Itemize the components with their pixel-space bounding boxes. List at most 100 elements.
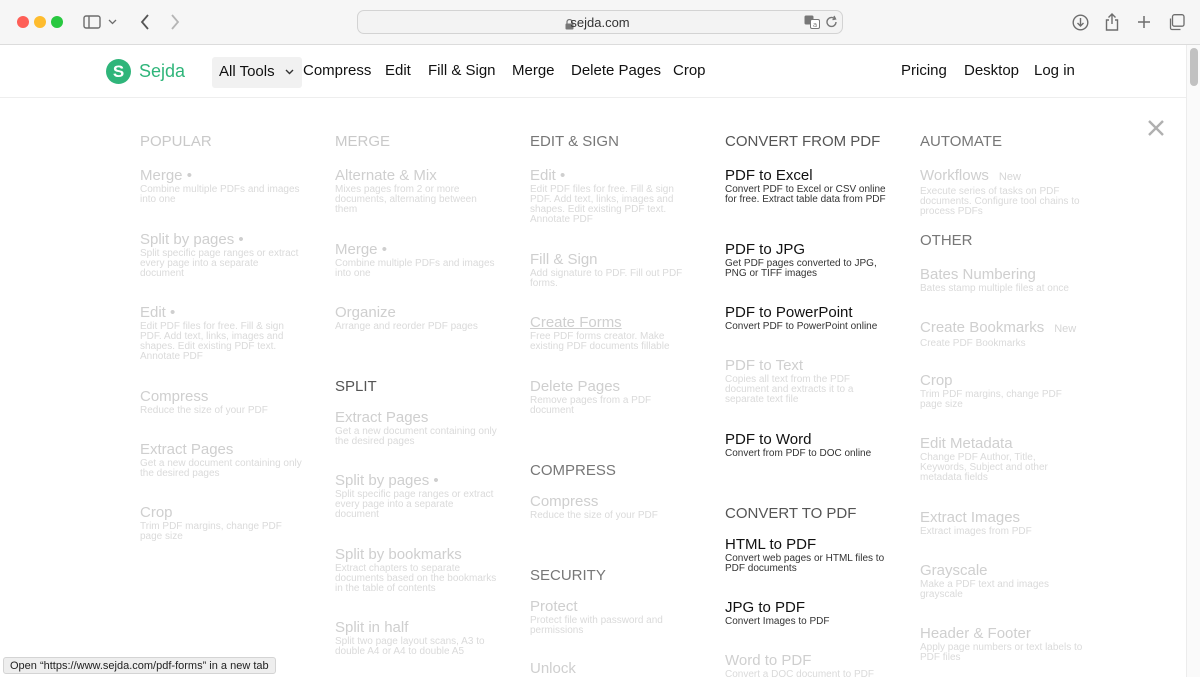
svg-text:a: a	[813, 21, 817, 29]
nav-link-compress[interactable]: Compress	[303, 62, 371, 79]
menu-item-split-by-bookmarks[interactable]: Split by bookmarks Extract chapters to s…	[335, 546, 500, 594]
forward-icon[interactable]	[164, 11, 186, 33]
menu-item-organize[interactable]: Organize Arrange and reorder PDF pages	[335, 304, 500, 332]
section-title-convert-from-pdf: CONVERT FROM PDF	[725, 133, 881, 150]
menu-item-merge[interactable]: Merge • Combine multiple PDFs and images…	[335, 241, 500, 279]
item-title: Compress	[140, 388, 209, 405]
menu-item-unlock[interactable]: Unlock	[530, 660, 695, 677]
item-desc: Edit PDF files for free. Fill & sign PDF…	[530, 184, 674, 225]
menu-item-edit[interactable]: Edit • Edit PDF files for free. Fill & s…	[530, 167, 695, 225]
item-title: Extract Pages	[140, 441, 234, 458]
menu-item-extract-images[interactable]: Extract Images Extract images from PDF	[920, 509, 1085, 537]
item-desc: Split specific page ranges or extract ev…	[140, 248, 299, 279]
item-title: Compress	[530, 493, 599, 510]
menu-item-alternate-mix[interactable]: Alternate & Mix Mixes pages from 2 or mo…	[335, 167, 500, 215]
menu-item-pdf-to-jpg[interactable]: PDF to JPG Get PDF pages converted to JP…	[725, 241, 890, 279]
nav-link-edit[interactable]: Edit	[385, 62, 411, 79]
sejda-logo[interactable]: S Sejda	[106, 59, 185, 84]
menu-item-bates-numbering[interactable]: Bates Numbering Bates stamp multiple fil…	[920, 266, 1085, 294]
browser-toolbar: sejda.com a	[0, 0, 1200, 45]
menu-item-create-bookmarks[interactable]: Create Bookmarks New Create PDF Bookmarks	[920, 319, 1110, 349]
item-title: Create Forms	[530, 314, 622, 331]
menu-item-word-to-pdf[interactable]: Word to PDF Convert a DOC document to PD…	[725, 652, 890, 680]
all-tools-dropdown[interactable]: All Tools	[212, 57, 302, 88]
link-status-bar: Open “https://www.sejda.com/pdf-forms” i…	[3, 657, 276, 674]
item-title: Unlock	[530, 660, 576, 677]
menu-item-pdf-to-word[interactable]: PDF to Word Convert from PDF to DOC onli…	[725, 431, 890, 459]
menu-item-crop[interactable]: Crop Trim PDF margins, change PDF page s…	[140, 504, 305, 542]
item-title: Alternate & Mix	[335, 167, 437, 184]
item-title: Organize	[335, 304, 396, 321]
tab-overview-icon[interactable]	[1165, 11, 1187, 33]
item-title: JPG to PDF	[725, 599, 806, 616]
menu-item-create-forms[interactable]: Create Forms Free PDF forms creator. Mak…	[530, 314, 695, 352]
item-title: Grayscale	[920, 562, 988, 579]
menu-item-pdf-to-excel[interactable]: PDF to Excel Convert PDF to Excel or CSV…	[725, 167, 890, 205]
menu-item-edit-metadata[interactable]: Edit Metadata Change PDF Author, Title, …	[920, 435, 1085, 483]
menu-item-edit[interactable]: Edit • Edit PDF files for free. Fill & s…	[140, 304, 305, 362]
scrollbar-thumb[interactable]	[1190, 48, 1198, 86]
menu-item-workflows[interactable]: Workflows New Execute series of tasks on …	[920, 167, 1085, 217]
item-desc: Edit PDF files for free. Fill & sign PDF…	[140, 321, 284, 362]
item-title: Extract Pages	[335, 409, 429, 426]
nav-link-pricing[interactable]: Pricing	[901, 62, 947, 79]
item-desc: Change PDF Author, Title, Keywords, Subj…	[920, 452, 1048, 483]
nav-link-desktop[interactable]: Desktop	[964, 62, 1019, 79]
item-title: PDF to Excel	[725, 167, 813, 184]
item-desc: Convert from PDF to DOC online	[725, 448, 872, 459]
menu-item-extract-pages[interactable]: Extract Pages Get a new document contain…	[140, 441, 305, 479]
menu-item-merge[interactable]: Merge • Combine multiple PDFs and images…	[140, 167, 305, 205]
menu-item-compress[interactable]: Compress Reduce the size of your PDF	[530, 493, 695, 521]
minimize-window-button[interactable]	[34, 16, 46, 28]
item-title: Delete Pages	[530, 378, 621, 395]
nav-link-delete-pages[interactable]: Delete Pages	[571, 62, 661, 79]
menu-item-html-to-pdf[interactable]: HTML to PDF Convert web pages or HTML fi…	[725, 536, 890, 574]
reload-icon[interactable]	[825, 15, 838, 34]
menu-item-split-by-pages[interactable]: Split by pages • Split specific page ran…	[335, 472, 500, 520]
menu-item-split-by-pages[interactable]: Split by pages • Split specific page ran…	[140, 231, 305, 279]
menu-item-protect[interactable]: Protect Protect file with password and p…	[530, 598, 695, 636]
item-desc: Convert PDF to Excel or CSV online for f…	[725, 184, 886, 205]
menu-item-grayscale[interactable]: Grayscale Make a PDF text and images gra…	[920, 562, 1085, 600]
item-title: Protect	[530, 598, 578, 615]
address-bar[interactable]: sejda.com a	[357, 10, 843, 34]
chevron-down-icon[interactable]	[105, 11, 119, 33]
menu-item-split-in-half[interactable]: Split in half Split two page layout scan…	[335, 619, 500, 657]
item-desc: Extract chapters to separate documents b…	[335, 563, 497, 594]
item-desc: Split two page layout scans, A3 to doubl…	[335, 636, 485, 657]
item-title: HTML to PDF	[725, 536, 817, 553]
page-scrollbar[interactable]	[1186, 45, 1200, 677]
nav-link-merge[interactable]: Merge	[512, 62, 555, 79]
back-icon[interactable]	[134, 11, 156, 33]
menu-item-compress[interactable]: Compress Reduce the size of your PDF	[140, 388, 305, 416]
close-window-button[interactable]	[17, 16, 29, 28]
nav-link-login[interactable]: Log in	[1034, 62, 1075, 79]
new-tab-icon[interactable]	[1133, 11, 1155, 33]
item-desc: Create PDF Bookmarks	[920, 338, 1026, 349]
item-desc: Reduce the size of your PDF	[530, 510, 658, 521]
menu-item-fill-sign[interactable]: Fill & Sign Add signature to PDF. Fill o…	[530, 251, 695, 289]
sidebar-icon[interactable]	[81, 11, 103, 33]
close-menu-icon[interactable]	[1147, 119, 1165, 137]
item-desc: Copies all text from the PDF document an…	[725, 374, 854, 405]
menu-item-extract-pages[interactable]: Extract Pages Get a new document contain…	[335, 409, 500, 447]
menu-item-pdf-to-text[interactable]: PDF to Text Copies all text from the PDF…	[725, 357, 890, 405]
menu-item-header-footer[interactable]: Header & Footer Apply page numbers or te…	[920, 625, 1085, 663]
nav-link-fill-sign[interactable]: Fill & Sign	[428, 62, 496, 79]
menu-item-jpg-to-pdf[interactable]: JPG to PDF Convert Images to PDF	[725, 599, 890, 627]
nav-link-crop[interactable]: Crop	[673, 62, 706, 79]
item-title: Crop	[140, 504, 173, 521]
menu-item-crop[interactable]: Crop Trim PDF margins, change PDF page s…	[920, 372, 1085, 410]
share-icon[interactable]	[1101, 11, 1123, 33]
menu-item-pdf-to-powerpoint[interactable]: PDF to PowerPoint Convert PDF to PowerPo…	[725, 304, 890, 332]
download-icon[interactable]	[1069, 11, 1091, 33]
menu-item-delete-pages[interactable]: Delete Pages Remove pages from a PDF doc…	[530, 378, 695, 416]
item-desc: Get a new document containing only the d…	[335, 426, 497, 447]
zoom-window-button[interactable]	[51, 16, 63, 28]
translate-icon[interactable]: a	[804, 15, 820, 34]
item-title: PDF to Word	[725, 431, 812, 448]
item-title: Crop	[920, 372, 953, 389]
item-desc: Get PDF pages converted to JPG, PNG or T…	[725, 258, 877, 279]
section-title-merge: MERGE	[335, 133, 391, 150]
item-desc: Convert web pages or HTML files to PDF d…	[725, 553, 885, 574]
